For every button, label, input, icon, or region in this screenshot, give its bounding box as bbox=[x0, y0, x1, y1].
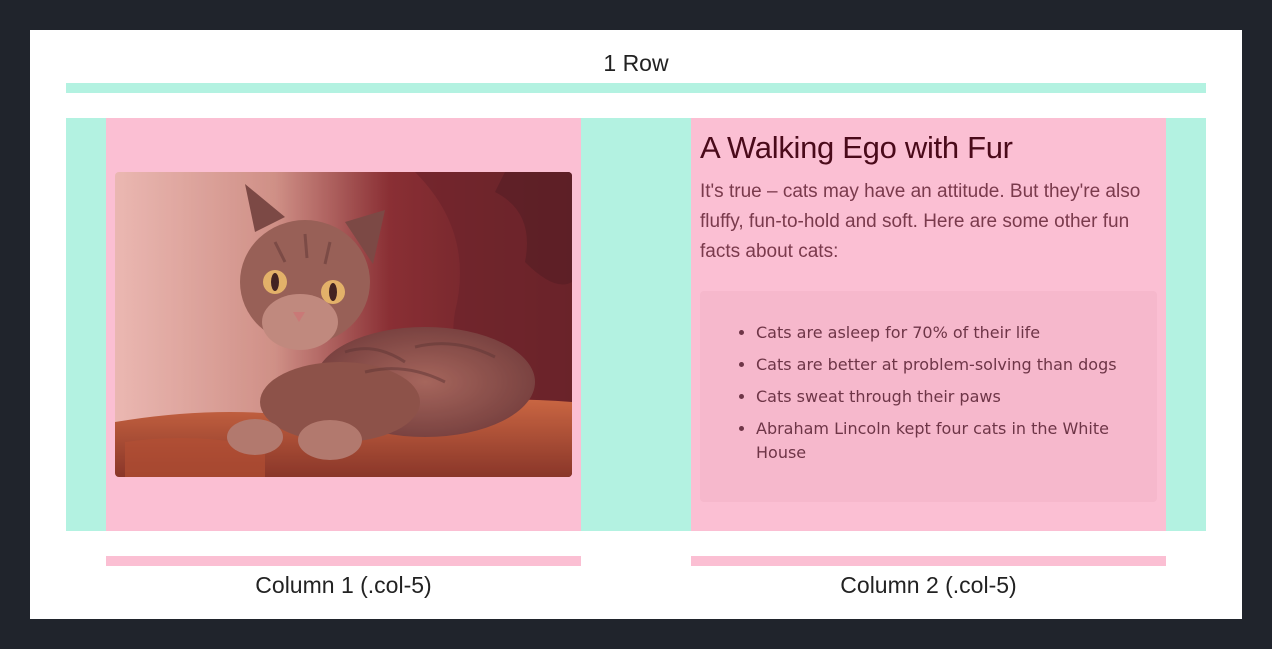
grid-demo-frame: 1 Row A Walking Ego with Fur It's true –… bbox=[30, 30, 1242, 619]
column-1-label: Column 1 (.col-5) bbox=[255, 572, 432, 598]
column-2: A Walking Ego with Fur It's true – cats … bbox=[691, 118, 1166, 531]
list-item: Abraham Lincoln kept four cats in the Wh… bbox=[756, 417, 1136, 465]
list-item: Cats sweat through their paws bbox=[756, 385, 1136, 409]
column-2-indicator-bar bbox=[691, 556, 1166, 566]
row-indicator-bar bbox=[66, 83, 1206, 93]
cat-photo bbox=[115, 172, 572, 477]
facts-list: Cats are asleep for 70% of their life Ca… bbox=[736, 321, 1136, 473]
article-heading: A Walking Ego with Fur bbox=[700, 130, 1013, 165]
list-item: Cats are asleep for 70% of their life bbox=[756, 321, 1136, 345]
facts-box: Cats are asleep for 70% of their life Ca… bbox=[700, 291, 1157, 502]
article-intro: It's true – cats may have an attitude. B… bbox=[700, 181, 1141, 262]
list-item: Cats are better at problem-solving than … bbox=[756, 353, 1136, 377]
column-1 bbox=[106, 118, 581, 531]
row-label: 1 Row bbox=[603, 50, 669, 76]
row-container: A Walking Ego with Fur It's true – cats … bbox=[66, 118, 1206, 531]
column-1-indicator-bar bbox=[106, 556, 581, 566]
column-2-label: Column 2 (.col-5) bbox=[840, 572, 1017, 598]
